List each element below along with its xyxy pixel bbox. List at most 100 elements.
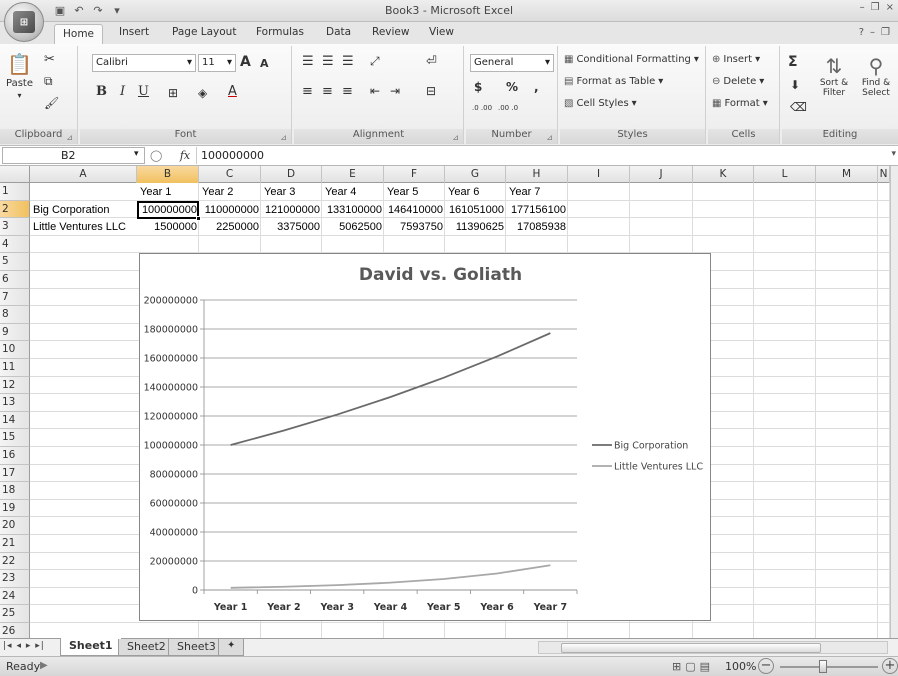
sheet-tab-sheet3[interactable]: Sheet3 bbox=[168, 639, 225, 656]
cell[interactable]: 1500000 bbox=[137, 219, 199, 235]
column-header[interactable]: H bbox=[506, 166, 568, 183]
tab-review[interactable]: Review bbox=[368, 26, 413, 38]
bold-button[interactable]: B bbox=[96, 84, 107, 99]
font-color-icon[interactable]: A bbox=[228, 84, 237, 99]
expand-formula-bar-icon[interactable]: ▾ bbox=[891, 149, 896, 159]
increase-decimal-button[interactable]: .0 .00 bbox=[472, 104, 496, 112]
copy-icon[interactable]: ⧉ bbox=[44, 74, 53, 89]
column-header[interactable]: K bbox=[693, 166, 754, 183]
row-header[interactable]: 26 bbox=[0, 623, 30, 638]
row-header[interactable]: 5 bbox=[0, 253, 30, 271]
row-header[interactable]: 25 bbox=[0, 605, 30, 623]
last-sheet-icon[interactable]: ▸| bbox=[35, 641, 45, 651]
row-header[interactable]: 3 bbox=[0, 218, 30, 236]
dialog-launcher-icon[interactable]: ⊿ bbox=[66, 133, 73, 142]
currency-button[interactable]: $ bbox=[474, 80, 482, 94]
cell[interactable]: Year 5 bbox=[384, 184, 445, 200]
tab-page-layout[interactable]: Page Layout bbox=[168, 26, 240, 38]
tab-view[interactable]: View bbox=[425, 26, 458, 38]
format-as-table-button[interactable]: ▤ Format as Table ▾ bbox=[564, 76, 663, 87]
horizontal-scroll-thumb[interactable] bbox=[561, 643, 821, 653]
name-box-dropdown-icon[interactable]: ▾ bbox=[134, 149, 139, 159]
insert-cells-button[interactable]: ⊕ Insert ▾ bbox=[712, 54, 760, 65]
cell[interactable]: 5062500 bbox=[322, 219, 384, 235]
zoom-slider-thumb[interactable] bbox=[819, 660, 827, 673]
tab-home[interactable]: Home bbox=[54, 24, 104, 44]
fill-icon[interactable]: ⬇ bbox=[790, 78, 800, 92]
tab-formulas[interactable]: Formulas bbox=[252, 26, 308, 38]
number-format-select[interactable]: General ▾ bbox=[470, 54, 554, 72]
column-header[interactable]: D bbox=[261, 166, 322, 183]
page-layout-view-icon[interactable]: ▢ bbox=[685, 660, 695, 673]
cell[interactable]: 7593750 bbox=[384, 219, 445, 235]
cell[interactable]: 110000000 bbox=[199, 202, 261, 218]
column-header[interactable]: M bbox=[816, 166, 878, 183]
first-sheet-icon[interactable]: |◂ bbox=[3, 641, 13, 651]
normal-view-icon[interactable]: ⊞ bbox=[672, 660, 681, 673]
cell[interactable]: 121000000 bbox=[261, 202, 322, 218]
macro-record-icon[interactable]: ▶ bbox=[40, 660, 48, 671]
sheet-tab-sheet1[interactable]: Sheet1 bbox=[60, 638, 122, 656]
dialog-launcher-icon[interactable]: ⊿ bbox=[452, 133, 459, 142]
column-header[interactable]: E bbox=[322, 166, 384, 183]
row-header[interactable]: 6 bbox=[0, 271, 30, 289]
align-right-icon[interactable]: ≡ bbox=[342, 84, 353, 99]
row-header[interactable]: 9 bbox=[0, 323, 30, 342]
delete-cells-button[interactable]: ⊖ Delete ▾ bbox=[712, 76, 764, 87]
column-header[interactable]: L bbox=[754, 166, 816, 183]
row-header[interactable]: 11 bbox=[0, 359, 30, 377]
row-header[interactable]: 7 bbox=[0, 288, 30, 307]
row-header[interactable]: 22 bbox=[0, 552, 30, 571]
cell[interactable]: 2250000 bbox=[199, 219, 261, 235]
cell[interactable]: 3375000 bbox=[261, 219, 322, 235]
sort-filter-button[interactable]: ⇅ Sort & Filter bbox=[814, 54, 854, 98]
select-all-corner[interactable] bbox=[0, 166, 30, 183]
row-header[interactable]: 8 bbox=[0, 306, 30, 324]
cell[interactable]: Year 3 bbox=[261, 184, 322, 200]
align-left-icon[interactable]: ≡ bbox=[302, 84, 313, 99]
next-sheet-icon[interactable]: ▸ bbox=[26, 641, 32, 651]
increase-indent-icon[interactable]: ⇥ bbox=[390, 84, 400, 98]
page-break-view-icon[interactable]: ▤ bbox=[700, 660, 710, 673]
orientation-icon[interactable]: ⤢ bbox=[370, 54, 380, 69]
tab-data[interactable]: Data bbox=[322, 26, 355, 38]
row-header[interactable]: 2 bbox=[0, 200, 30, 219]
cell[interactable]: 161051000 bbox=[445, 202, 506, 218]
worksheet-grid[interactable]: ABCDEFGHIJKLMN 1 2 3 4 5 6 7 8 9 10 11 12 13 14 15 16 17… bbox=[0, 166, 890, 638]
align-middle-icon[interactable]: ☰ bbox=[322, 54, 334, 69]
horizontal-scrollbar[interactable] bbox=[538, 641, 888, 654]
align-bottom-icon[interactable]: ☰ bbox=[342, 54, 354, 69]
insert-function-button[interactable]: fx bbox=[180, 149, 190, 162]
minimize-icon[interactable]: – bbox=[860, 2, 865, 13]
cell[interactable]: Year 2 bbox=[199, 184, 261, 200]
cell[interactable]: 11390625 bbox=[445, 219, 506, 235]
cancel-edit-icon[interactable]: ◯ bbox=[150, 149, 162, 162]
fill-color-icon[interactable]: ◈ bbox=[198, 86, 207, 100]
decrease-indent-icon[interactable]: ⇤ bbox=[370, 84, 380, 98]
grow-font-button[interactable]: A bbox=[240, 54, 251, 70]
format-painter-icon[interactable]: 🖌 bbox=[44, 96, 59, 110]
borders-icon[interactable]: ⊞ bbox=[168, 86, 178, 100]
clear-icon[interactable]: ⌫ bbox=[790, 100, 807, 114]
column-header[interactable]: J bbox=[630, 166, 693, 183]
autosum-button[interactable]: Σ bbox=[788, 54, 798, 70]
fill-handle[interactable] bbox=[196, 216, 201, 221]
vertical-scrollbar[interactable] bbox=[890, 166, 898, 638]
conditional-formatting-button[interactable]: ▦ Conditional Formatting ▾ bbox=[564, 54, 699, 65]
column-header[interactable]: B bbox=[137, 166, 199, 183]
row-header[interactable]: 15 bbox=[0, 429, 30, 447]
row-header[interactable]: 18 bbox=[0, 482, 30, 500]
cell[interactable]: 146410000 bbox=[384, 202, 445, 218]
line-chart[interactable]: David vs. Goliath 0 20000000 40000000 600000… bbox=[139, 253, 711, 621]
paste-button[interactable]: 📋 Paste ▾ bbox=[6, 52, 33, 100]
row-header[interactable]: 19 bbox=[0, 499, 30, 518]
ribbon-minimize-icon[interactable]: – bbox=[870, 27, 875, 38]
column-header[interactable]: F bbox=[384, 166, 445, 183]
zoom-out-button[interactable]: − bbox=[758, 658, 774, 674]
row-header[interactable]: 23 bbox=[0, 570, 30, 588]
row-header[interactable]: 10 bbox=[0, 341, 30, 359]
zoom-in-button[interactable]: + bbox=[882, 658, 898, 674]
tab-insert[interactable]: Insert bbox=[115, 26, 153, 38]
row-header[interactable]: 14 bbox=[0, 411, 30, 430]
prev-sheet-icon[interactable]: ◂ bbox=[16, 641, 22, 651]
